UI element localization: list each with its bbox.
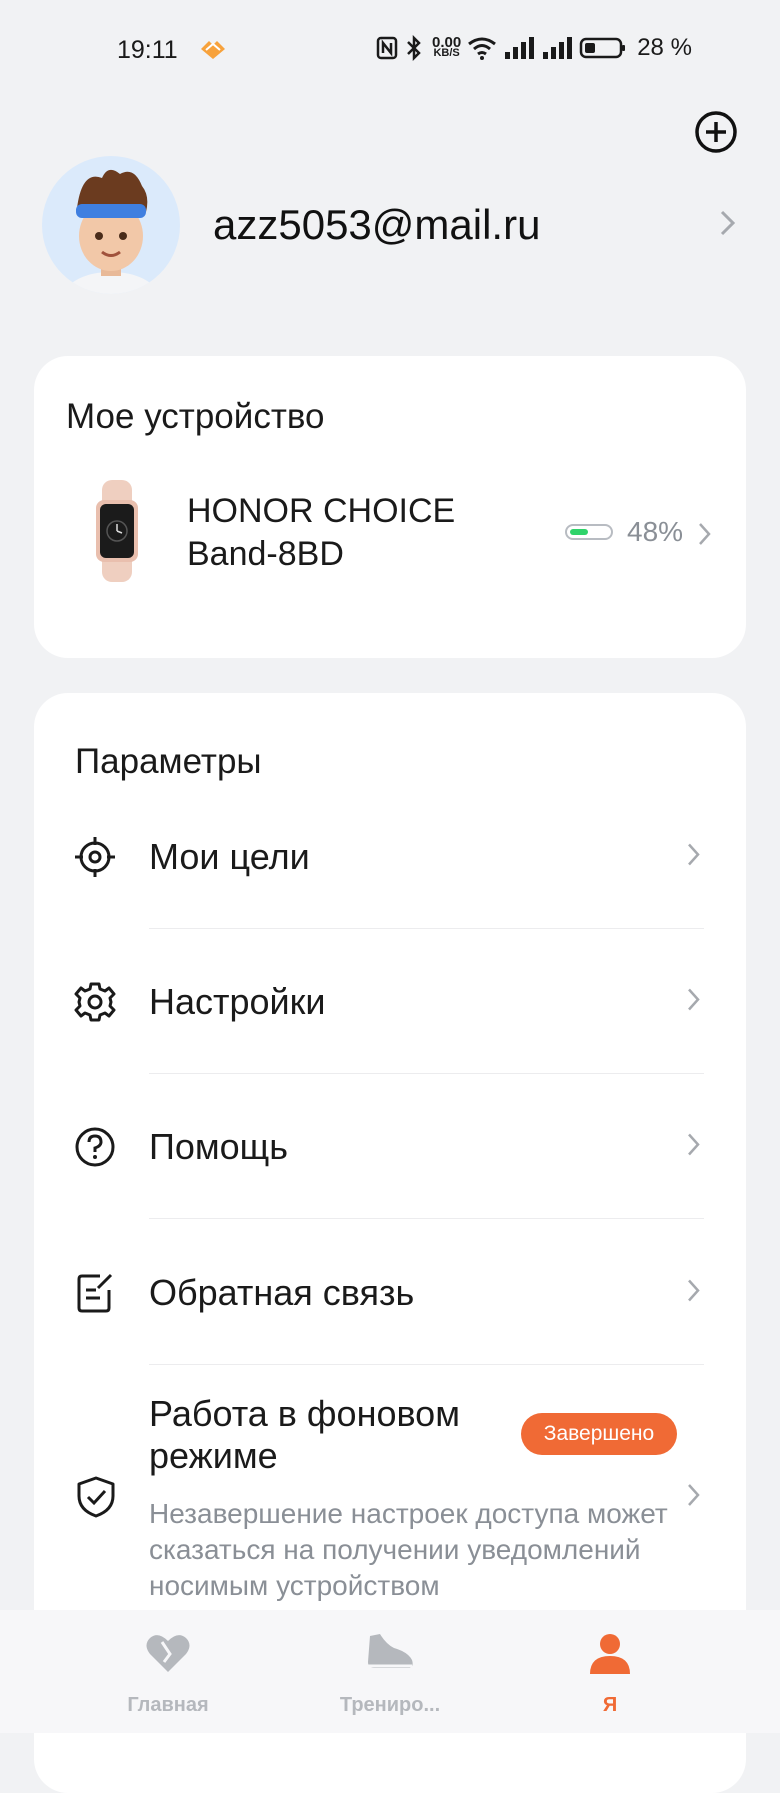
plus-circle-icon — [695, 111, 737, 153]
device-battery-level: 48% — [627, 516, 684, 547]
chevron-right-icon — [686, 1131, 702, 1162]
status-icons: 0.00 KB/S 28 % — [376, 34, 692, 62]
device-section-title: Мое устройство — [66, 397, 325, 436]
divider — [149, 1218, 704, 1219]
wifi-icon — [468, 37, 497, 60]
shield-check-icon — [75, 1475, 117, 1524]
bottom-tab-bar: Главная Трениро... Я — [0, 1610, 780, 1733]
menu-label: Помощь — [149, 1125, 289, 1167]
avatar[interactable] — [42, 156, 180, 294]
menu-label: Обратная связь — [149, 1271, 415, 1313]
feedback-icon — [74, 1272, 116, 1314]
battery-percentage: 28 % — [637, 34, 692, 61]
gear-icon — [74, 981, 116, 1023]
chevron-right-icon — [686, 841, 702, 872]
device-name: HONOR CHOICE Band-8BD — [187, 492, 456, 573]
menu-item-feedback[interactable]: Обратная связь — [34, 1220, 746, 1365]
network-speed: 0.00 KB/S — [432, 34, 462, 59]
tab-home[interactable]: Главная — [68, 1610, 268, 1733]
chevron-right-icon[interactable] — [686, 1482, 702, 1513]
menu-label: Настройки — [149, 980, 326, 1022]
divider — [149, 1364, 704, 1365]
nfc-icon — [376, 36, 398, 60]
menu-label: Мои цели — [149, 835, 310, 877]
menu-item-goals[interactable]: Мои цели — [34, 784, 746, 929]
menu-item-settings[interactable]: Настройки — [34, 929, 746, 1074]
heart-icon — [145, 1632, 191, 1679]
bluetooth-icon — [407, 35, 421, 61]
chevron-right-icon — [686, 986, 702, 1017]
shoe-icon — [364, 1632, 416, 1679]
health-app-icon — [198, 38, 228, 65]
person-icon — [587, 1632, 633, 1681]
status-time: 19:11 — [117, 36, 178, 64]
status-badge: Завершено — [521, 1413, 677, 1455]
background-work-description: Незавершение настроек доступа может сказ… — [149, 1498, 668, 1601]
background-work-title[interactable]: Работа в фоновом режиме — [149, 1393, 509, 1477]
battery-icon — [579, 37, 626, 59]
account-email[interactable]: azz5053@mail.ru — [213, 201, 540, 249]
chevron-right-icon[interactable] — [718, 208, 738, 243]
target-icon — [74, 836, 116, 878]
tab-label: Главная — [127, 1694, 209, 1716]
add-button[interactable] — [694, 110, 738, 154]
signal-icon-2 — [543, 37, 573, 59]
tab-workouts[interactable]: Трениро... — [290, 1610, 490, 1733]
chevron-right-icon — [686, 1277, 702, 1308]
chevron-right-icon[interactable] — [697, 521, 713, 552]
tab-label: Я — [602, 1694, 618, 1716]
menu-item-help[interactable]: Помощь — [34, 1074, 746, 1219]
device-battery-bar — [565, 524, 613, 540]
band-image — [92, 480, 142, 587]
help-icon — [74, 1126, 116, 1168]
tab-label: Трениро... — [339, 1694, 441, 1716]
signal-icon — [505, 37, 535, 59]
tab-me[interactable]: Я — [510, 1610, 710, 1733]
parameters-title: Параметры — [75, 742, 262, 781]
